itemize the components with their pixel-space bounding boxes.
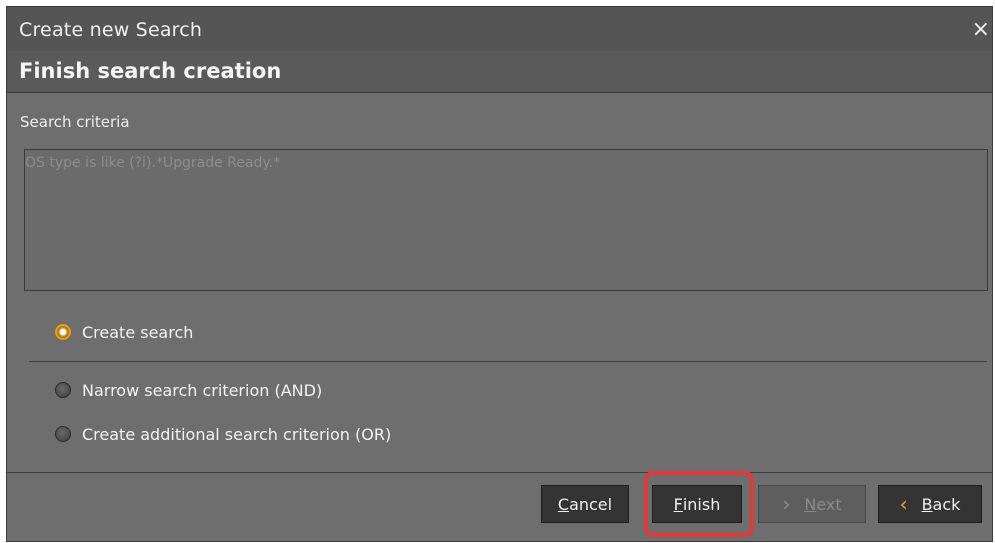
back-mnemonic: B	[921, 494, 933, 514]
radio-create-search[interactable]: Create search	[55, 320, 193, 344]
chevron-left-icon: ‹	[899, 492, 908, 516]
radio-unchecked-icon[interactable]	[55, 382, 71, 398]
search-criteria-box[interactable]: OS type is like (?i).*Upgrade Ready.*	[24, 149, 988, 291]
search-criteria-label: Search criteria	[20, 113, 130, 131]
next-button[interactable]: › Next	[758, 485, 866, 523]
radio-additional-criterion[interactable]: Create additional search criterion (OR)	[55, 422, 391, 446]
search-criteria-text: OS type is like (?i).*Upgrade Ready.*	[25, 155, 281, 171]
radio-label-additional-criterion: Create additional search criterion (OR)	[82, 424, 392, 444]
wizard-step-title: Finish search creation	[19, 59, 282, 83]
footer-divider	[7, 472, 992, 473]
title-bar[interactable]: Create new Search ×	[7, 7, 992, 51]
close-icon[interactable]: ×	[972, 17, 990, 42]
cancel-button[interactable]: Cancel	[541, 485, 629, 523]
radio-narrow-search[interactable]: Narrow search criterion (AND)	[55, 378, 322, 402]
create-search-dialog: Create new Search × Finish search creati…	[6, 6, 993, 542]
wizard-header: Finish search creation	[7, 51, 992, 93]
radio-label-narrow-search: Narrow search criterion (AND)	[82, 380, 323, 400]
next-mnemonic: N	[804, 494, 817, 514]
back-label: ack	[932, 494, 961, 514]
chevron-right-icon: ›	[782, 492, 791, 516]
options-divider	[29, 361, 987, 362]
next-label: ext	[816, 494, 842, 514]
back-button[interactable]: ‹ Back	[878, 485, 982, 523]
dialog-title: Create new Search	[19, 19, 203, 41]
finish-label: inish	[682, 494, 721, 514]
finish-mnemonic: F	[673, 494, 683, 514]
finish-button[interactable]: Finish	[652, 485, 742, 523]
radio-checked-icon[interactable]	[55, 324, 71, 340]
cancel-label: ancel	[569, 494, 613, 514]
cancel-mnemonic: C	[557, 494, 570, 514]
radio-unchecked-icon[interactable]	[55, 426, 71, 442]
radio-label-create-search: Create search	[82, 322, 194, 342]
